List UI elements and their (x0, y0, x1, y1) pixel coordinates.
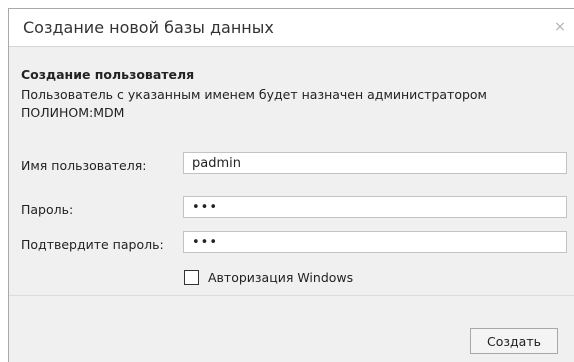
close-icon[interactable]: × (550, 17, 570, 37)
username-label: Имя пользователя: (21, 158, 147, 173)
dialog-titlebar: Создание новой базы данных × (9, 9, 574, 47)
windows-auth-label: Авторизация Windows (208, 269, 354, 285)
section-description: Пользователь с указанным именем будет на… (21, 87, 487, 120)
create-database-dialog: Создание новой базы данных × Создание по… (8, 8, 574, 362)
windows-auth-checkbox[interactable] (184, 269, 199, 285)
section-title: Создание пользователя (21, 67, 195, 82)
dialog-footer: Создать (9, 295, 574, 362)
dialog-title: Создание новой базы данных (23, 18, 274, 37)
create-button[interactable]: Создать (470, 328, 558, 354)
username-input[interactable] (183, 152, 567, 174)
password-label: Пароль: (21, 202, 74, 217)
password-input[interactable] (183, 196, 567, 218)
windows-auth-option[interactable]: Авторизация Windows (184, 267, 353, 287)
confirm-password-label: Подтвердите пароль: (21, 237, 164, 252)
confirm-password-input[interactable] (183, 231, 567, 253)
